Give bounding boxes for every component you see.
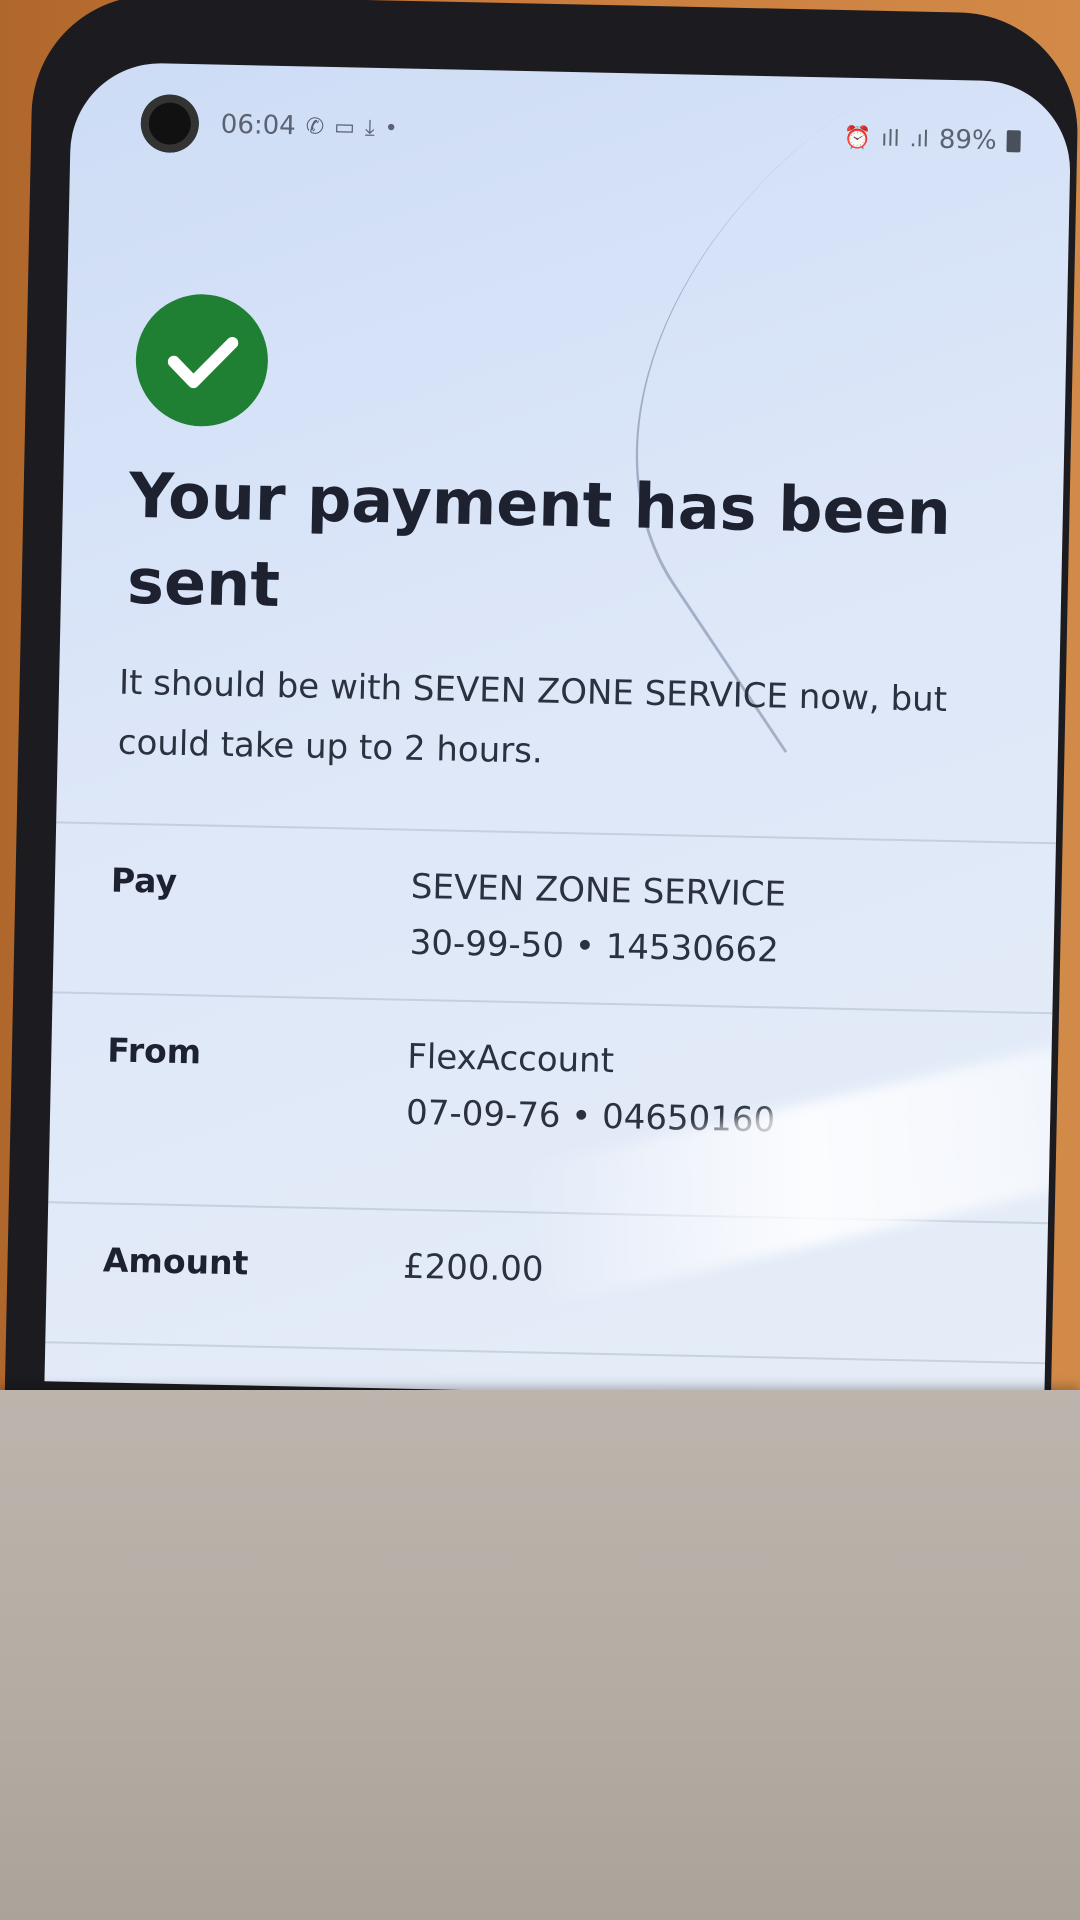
pay-label: Pay [110, 860, 178, 901]
payment-details: Pay SEVEN ZONE SERVICE 30-99-50 • 145306… [45, 821, 1056, 1365]
amount-value: £200.00 [402, 1246, 544, 1290]
amount-label: Amount [102, 1240, 249, 1283]
from-account-name: FlexAccount [406, 1036, 615, 1082]
success-check-icon [134, 292, 270, 428]
detail-row-from: From FlexAccount 07-09-76 • 04650160 [48, 991, 1053, 1223]
battery-icon [1006, 130, 1021, 153]
front-camera [140, 93, 200, 154]
signal-icon: .ıl [909, 126, 930, 152]
confirmation-message: It should be with SEVEN ZONE SERVICE now… [117, 662, 948, 772]
status-left: 06:04 ✆ ▭ ⤓ • [221, 110, 398, 144]
detail-row-amount: Amount £200.00 [45, 1201, 1049, 1365]
payee-name: SEVEN ZONE SERVICE [410, 866, 787, 915]
status-right: ⏰ ıll .ıl 89% [844, 123, 1021, 157]
from-account-number: 07-09-76 • 04650160 [405, 1092, 776, 1141]
whatsapp-icon: ✆ [305, 113, 325, 140]
phone-screen: 06:04 ✆ ▭ ⤓ • ⏰ ıll .ıl 89% Your payment… [44, 61, 1072, 1403]
confirmation-title: Your payment has been sent [126, 458, 952, 621]
photo-scene: 06:04 ✆ ▭ ⤓ • ⏰ ıll .ıl 89% Your payment… [0, 0, 1080, 1920]
dot-icon: • [384, 115, 398, 141]
message-icon: ▭ [333, 114, 356, 140]
pay-value: SEVEN ZONE SERVICE 30-99-50 • 14530662 [409, 859, 786, 977]
paper-envelope [0, 1390, 1080, 1920]
alarm-icon: ⏰ [843, 125, 872, 151]
payee-account: 30-99-50 • 14530662 [409, 922, 780, 971]
from-value: FlexAccount 07-09-76 • 04650160 [405, 1029, 777, 1187]
status-time: 06:04 [220, 109, 297, 142]
download-icon: ⤓ [364, 115, 375, 141]
wifi-icon: ıll [881, 125, 900, 152]
status-bar: 06:04 ✆ ▭ ⤓ • ⏰ ıll .ıl 89% [140, 93, 1021, 171]
battery-percent: 89% [938, 124, 997, 156]
from-label: From [107, 1030, 202, 1072]
detail-row-pay: Pay SEVEN ZONE SERVICE 30-99-50 • 145306… [52, 821, 1056, 1013]
